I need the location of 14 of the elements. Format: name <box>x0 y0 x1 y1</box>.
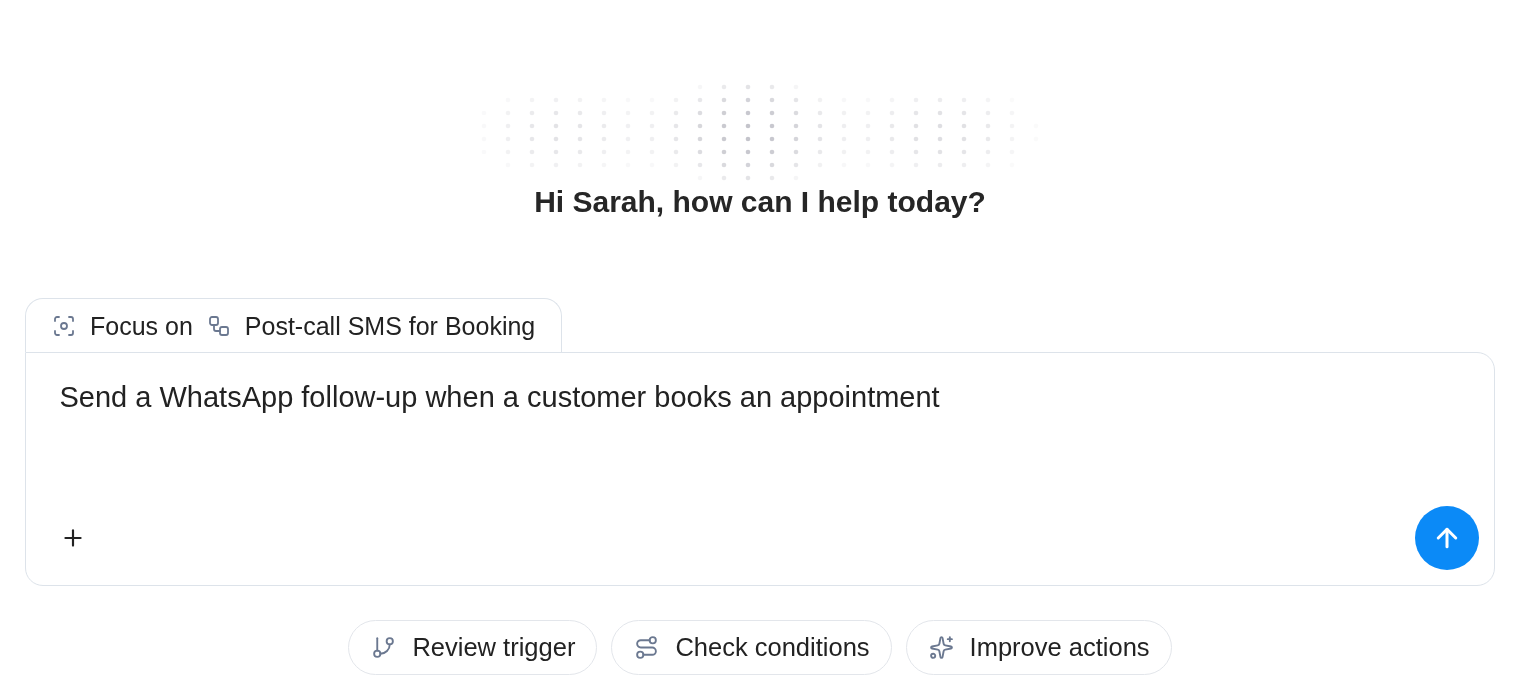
focus-target: Post-call SMS for Booking <box>244 310 536 341</box>
workflow-icon <box>206 313 231 338</box>
greeting-heading: Hi Sarah, how can I help today? <box>534 184 986 220</box>
composer-field[interactable]: Send a WhatsApp follow-up when a customer books an appointment <box>25 352 1495 586</box>
suggestion-chip[interactable]: Improve actions <box>905 620 1172 675</box>
focus-tab[interactable]: Focus on Post-call SMS for Booking <box>25 298 563 352</box>
suggestion-chip[interactable]: Check conditions <box>611 620 892 675</box>
sparkle-icon <box>928 635 954 660</box>
route-icon <box>634 635 660 660</box>
focus-label: Focus on <box>90 310 193 341</box>
branch-icon <box>371 635 397 660</box>
message-input[interactable]: Send a WhatsApp follow-up when a customer books an appointment <box>59 379 1479 506</box>
suggestion-chip[interactable]: Review trigger <box>348 620 598 675</box>
focus-frame-icon <box>52 313 76 338</box>
